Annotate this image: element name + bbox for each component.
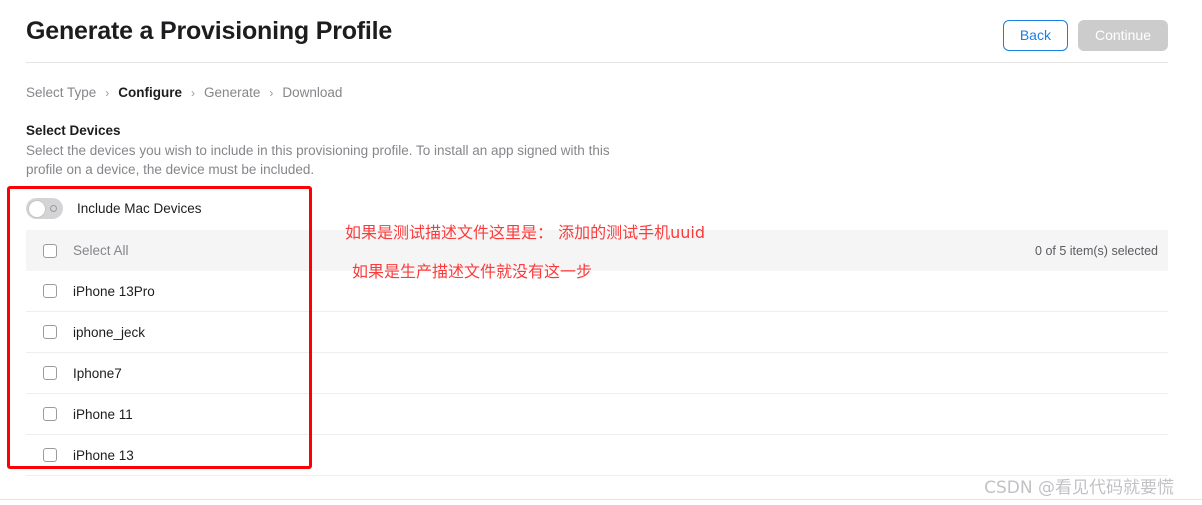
footer-divider — [0, 499, 1202, 500]
watermark: CSDN @看见代码就要慌 — [984, 478, 1174, 498]
table-row[interactable]: iPhone 13 — [26, 435, 1168, 476]
select-all-checkbox[interactable] — [43, 243, 57, 258]
include-mac-devices-label: Include Mac Devices — [77, 201, 202, 216]
chevron-right-icon: › — [269, 85, 274, 100]
annotation-text-line1: 如果是测试描述文件这里是： 添加的测试手机uuid — [345, 223, 705, 242]
include-mac-devices-row[interactable]: Include Mac Devices — [26, 198, 202, 219]
header-actions: Back Continue — [1002, 20, 1168, 51]
annotation-text-line2: 如果是生产描述文件就没有这一步 — [352, 262, 593, 281]
breadcrumb-item-select-type[interactable]: Select Type — [26, 85, 96, 100]
device-table: Select All 0 of 5 item(s) selected iPhon… — [26, 230, 1168, 476]
provisioning-profile-page: Generate a Provisioning Profile Back Con… — [0, 0, 1202, 505]
device-checkbox[interactable] — [43, 366, 57, 380]
include-mac-devices-toggle[interactable] — [26, 198, 63, 219]
table-row[interactable]: Iphone7 — [26, 353, 1168, 394]
device-name: iPhone 13Pro — [73, 283, 155, 299]
back-button[interactable]: Back — [1002, 20, 1068, 51]
device-name: iPhone 11 — [73, 406, 133, 422]
toggle-off-icon — [50, 204, 57, 212]
toggle-knob — [27, 199, 46, 218]
section-title: Select Devices — [26, 123, 121, 138]
select-all-cell[interactable]: Select All — [26, 243, 129, 258]
table-row[interactable]: iPhone 13Pro — [26, 271, 1168, 312]
device-checkbox[interactable] — [43, 407, 57, 421]
chevron-right-icon: › — [191, 85, 196, 100]
device-name: iphone_jeck — [73, 324, 146, 340]
select-all-label: Select All — [73, 243, 129, 258]
device-checkbox[interactable] — [43, 448, 57, 462]
breadcrumb-item-configure[interactable]: Configure — [118, 85, 182, 100]
device-checkbox[interactable] — [43, 325, 57, 339]
table-row[interactable]: iPhone 11 — [26, 394, 1168, 435]
device-name: iPhone 13 — [73, 447, 134, 463]
chevron-right-icon: › — [105, 85, 110, 100]
selection-count-label: 0 of 5 item(s) selected — [1035, 243, 1158, 258]
breadcrumb: Select Type › Configure › Generate › Dow… — [26, 85, 342, 100]
breadcrumb-item-generate[interactable]: Generate — [204, 85, 260, 100]
device-name: Iphone7 — [73, 365, 122, 381]
section-description: Select the devices you wish to include i… — [26, 143, 610, 177]
page-title: Generate a Provisioning Profile — [26, 17, 393, 45]
header-divider — [26, 62, 1168, 63]
continue-button[interactable]: Continue — [1077, 20, 1168, 51]
breadcrumb-item-download[interactable]: Download — [282, 85, 342, 100]
device-checkbox[interactable] — [43, 284, 57, 298]
table-row[interactable]: iphone_jeck — [26, 312, 1168, 353]
page-header: Generate a Provisioning Profile Back Con… — [0, 0, 1202, 62]
